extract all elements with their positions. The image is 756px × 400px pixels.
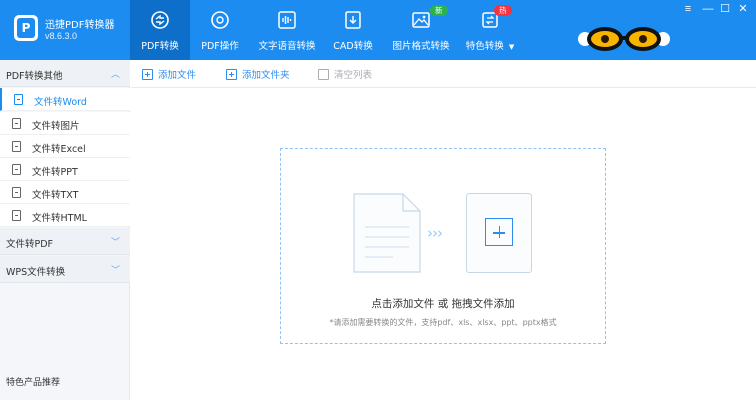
hot-badge: 热 [494,5,512,16]
sidebar-item-label: 文件转TXT [32,190,79,201]
add-folder-label: 添加文件夹 [242,70,290,81]
pdf-convert-icon [151,11,169,29]
tab-label: CAD转换 [333,41,373,52]
clear-list-label: 清空列表 [334,70,373,81]
sidebar-item-to-word[interactable]: 文件转Word [0,88,130,111]
chevron-down-icon: ﹀ [110,237,120,247]
chevron-down-icon: ﹀ [110,265,120,275]
add-folder-button[interactable]: 添加文件夹 [226,67,290,81]
file-icon [12,141,21,152]
sidebar-item-label: 文件转Excel [32,144,86,155]
drop-zone-main-text: 点击添加文件 或 拖拽文件添加 [371,298,515,310]
title-bar: P 迅捷PDF转换器 v8.6.3.0 PDF转换 PDF操作 文字语音转换 C… [0,0,756,60]
sidebar-group-file-to-pdf[interactable]: 文件转PDF ﹀ [0,228,130,255]
tab-label: PDF操作 [201,41,239,52]
cad-icon [345,11,361,29]
add-file-icon [142,68,153,80]
add-target-box[interactable] [466,193,532,273]
pdf-operate-icon [211,11,229,29]
tab-pdf-convert[interactable]: PDF转换 [130,0,190,60]
main-nav: PDF转换 PDF操作 文字语音转换 CAD转换 图片格式转换 新 特色转换 ▼… [130,0,520,60]
featured-products-label: 特色产品推荐 [6,378,61,388]
app-logo: P [14,15,38,41]
menu-icon[interactable]: ≡ [680,2,696,16]
chevron-down-icon: ▼ [508,43,515,51]
tab-label: 特色转换 ▼ [460,38,520,52]
add-file-label: 添加文件 [158,70,197,81]
file-icon [12,210,21,221]
sidebar-item-to-ppt[interactable]: 文件转PPT [0,158,130,181]
file-icon [12,187,21,198]
image-icon [412,12,430,28]
close-button[interactable]: ✕ [735,2,751,16]
app-version: v8.6.3.0 [45,31,78,41]
tab-label: 图片格式转换 [392,41,450,52]
maximize-button[interactable]: ☐ [717,2,733,16]
sidebar-group-label: 文件转PDF [6,239,54,250]
audio-icon [278,11,296,29]
document-icon [353,193,421,273]
image-file-icon [12,118,21,129]
clear-list-button[interactable]: 清空列表 [318,67,372,81]
tab-pdf-operate[interactable]: PDF操作 [190,0,250,60]
tab-image-format[interactable]: 图片格式转换 新 [382,0,460,60]
minimize-button[interactable]: — [700,2,716,16]
toolbar: 添加文件 添加文件夹 清空列表 [131,60,756,88]
sidebar-item-to-html[interactable]: 文件转HTML [0,204,130,227]
sidebar-item-to-txt[interactable]: 文件转TXT [0,181,130,204]
arrow-right-icon: ››› [427,224,443,242]
sidebar-group-label: PDF转换其他 [6,71,63,82]
sidebar-item-to-image[interactable]: 文件转图片 [0,112,130,135]
sidebar: PDF转换其他 ︿ 文件转Word 文件转图片 文件转Excel 文件转PPT … [0,60,130,400]
tab-cad[interactable]: CAD转换 [324,0,382,60]
tab-label: 文字语音转换 [258,41,316,52]
tab-label: PDF转换 [141,41,179,52]
file-icon [12,164,21,175]
sidebar-item-label: 文件转HTML [32,213,87,224]
app-name: 迅捷PDF转换器 [45,20,115,31]
chevron-up-icon: ︿ [110,69,120,79]
file-drop-zone[interactable]: ››› 点击添加文件 或 拖拽文件添加 *请添加需要转换的文件，支持pdf、xl… [280,148,606,344]
sidebar-group-label: WPS文件转换 [6,267,66,278]
tab-label-text: 特色转换 [465,41,504,52]
new-badge: 新 [430,5,448,16]
sidebar-group-pdf-convert-other[interactable]: PDF转换其他 ︿ [0,60,130,87]
sidebar-item-label: 文件转Word [34,97,87,108]
tab-special-convert[interactable]: 特色转换 ▼ 热 [460,0,520,60]
drop-zone-hint: *请添加需要转换的文件，支持pdf、xls、xlsx、ppt、pptx格式 [329,318,557,327]
sidebar-item-label: 文件转图片 [32,121,80,132]
mascot-glasses-icon [578,27,670,51]
plus-icon [485,218,513,246]
sidebar-item-label: 文件转PPT [32,167,78,178]
tab-text-speech[interactable]: 文字语音转换 [250,0,324,60]
add-file-button[interactable]: 添加文件 [142,67,196,81]
add-folder-icon [226,68,237,80]
sidebar-item-to-excel[interactable]: 文件转Excel [0,135,130,158]
trash-icon [318,68,329,80]
sidebar-group-wps[interactable]: WPS文件转换 ﹀ [0,256,130,283]
file-icon [14,94,23,105]
